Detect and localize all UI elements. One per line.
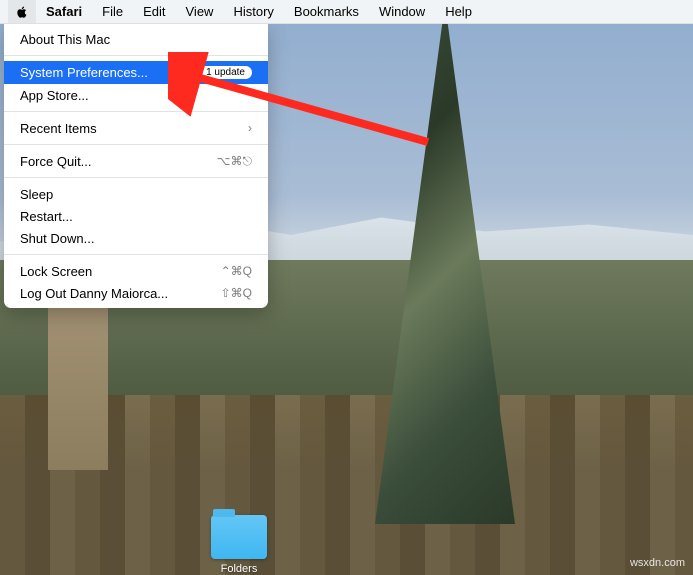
menu-sleep[interactable]: Sleep bbox=[4, 183, 268, 205]
menu-system-preferences[interactable]: System Preferences... 1 update bbox=[4, 61, 268, 84]
keyboard-shortcut: ⌃⌘Q bbox=[221, 264, 252, 278]
folder-label: Folders bbox=[204, 563, 274, 575]
menu-app-store[interactable]: App Store... bbox=[4, 84, 268, 106]
menubar: Safari File Edit View History Bookmarks … bbox=[0, 0, 693, 24]
menu-history[interactable]: History bbox=[223, 0, 283, 23]
menu-window[interactable]: Window bbox=[369, 0, 435, 23]
divider bbox=[4, 254, 268, 255]
divider bbox=[4, 177, 268, 178]
menu-shut-down[interactable]: Shut Down... bbox=[4, 227, 268, 249]
menu-label: Restart... bbox=[20, 209, 73, 224]
chevron-right-icon: › bbox=[248, 121, 252, 135]
desktop-folder[interactable]: Folders bbox=[204, 515, 274, 575]
update-badge: 1 update bbox=[199, 66, 252, 79]
apple-menu-icon[interactable] bbox=[8, 0, 36, 23]
menu-label: Shut Down... bbox=[20, 231, 94, 246]
menu-restart[interactable]: Restart... bbox=[4, 205, 268, 227]
menu-label: Recent Items bbox=[20, 121, 97, 136]
menu-label: Sleep bbox=[20, 187, 53, 202]
menu-bookmarks[interactable]: Bookmarks bbox=[284, 0, 369, 23]
menu-label: App Store... bbox=[20, 88, 89, 103]
divider bbox=[4, 55, 268, 56]
watermark: wsxdn.com bbox=[630, 557, 685, 569]
menu-log-out[interactable]: Log Out Danny Maiorca... ⇧⌘Q bbox=[4, 282, 268, 304]
menu-label: Log Out Danny Maiorca... bbox=[20, 286, 168, 301]
menu-help[interactable]: Help bbox=[435, 0, 482, 23]
menu-about-this-mac[interactable]: About This Mac bbox=[4, 28, 268, 50]
menu-label: Lock Screen bbox=[20, 264, 92, 279]
menu-label: Force Quit... bbox=[20, 154, 92, 169]
menu-file[interactable]: File bbox=[92, 0, 133, 23]
divider bbox=[4, 111, 268, 112]
menu-label: System Preferences... bbox=[20, 65, 148, 80]
folder-icon bbox=[211, 515, 267, 559]
menu-app-name[interactable]: Safari bbox=[36, 0, 92, 23]
menu-view[interactable]: View bbox=[176, 0, 224, 23]
menu-lock-screen[interactable]: Lock Screen ⌃⌘Q bbox=[4, 260, 268, 282]
keyboard-shortcut: ⌥⌘⎋ bbox=[217, 154, 252, 169]
apple-dropdown-menu: About This Mac System Preferences... 1 u… bbox=[4, 24, 268, 308]
menu-recent-items[interactable]: Recent Items › bbox=[4, 117, 268, 139]
menu-force-quit[interactable]: Force Quit... ⌥⌘⎋ bbox=[4, 150, 268, 172]
divider bbox=[4, 144, 268, 145]
menu-edit[interactable]: Edit bbox=[133, 0, 175, 23]
keyboard-shortcut: ⇧⌘Q bbox=[221, 286, 252, 300]
menu-label: About This Mac bbox=[20, 32, 110, 47]
